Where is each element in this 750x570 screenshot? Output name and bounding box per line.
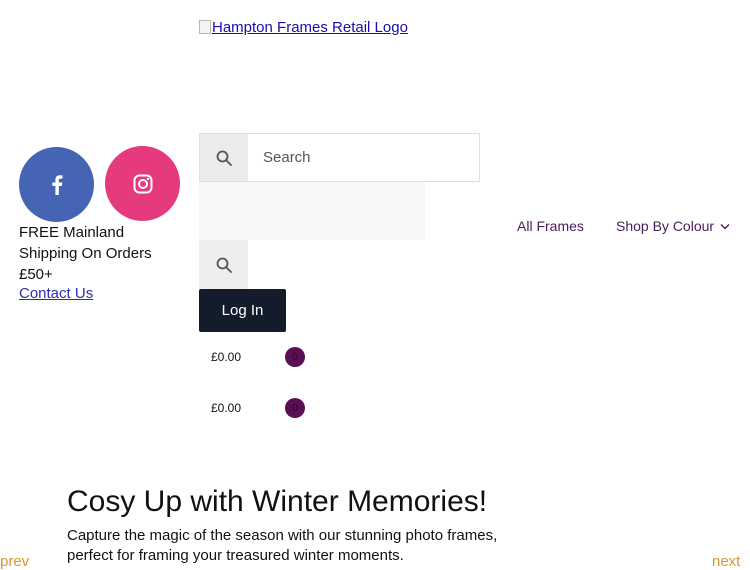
nav-shop-by-colour-label: Shop By Colour xyxy=(616,218,715,234)
chevron-down-icon xyxy=(720,223,730,229)
cart-count-badge: 0 xyxy=(285,398,305,418)
contact-us-link[interactable]: Contact Us xyxy=(19,285,93,302)
cart-total: £0.00 xyxy=(211,401,242,415)
cart-summary[interactable]: £0.00 0 xyxy=(211,345,321,369)
nav-shop-by-colour[interactable]: Shop By Colour xyxy=(616,218,730,234)
shipping-notice: FREE Mainland Shipping On Orders £50+ xyxy=(19,224,152,283)
slider-next-button[interactable]: next xyxy=(712,553,740,570)
search-icon xyxy=(216,257,232,273)
instagram-icon xyxy=(133,174,152,193)
nav-all-frames[interactable]: All Frames xyxy=(517,218,584,234)
cart-summary[interactable]: £0.00 0 xyxy=(211,396,321,420)
logo-link[interactable]: Hampton Frames Retail Logo xyxy=(199,19,408,36)
hero-title: Cosy Up with Winter Memories! xyxy=(67,485,488,518)
slider-prev-button[interactable]: prev xyxy=(0,553,29,570)
hero-description: Capture the magic of the season with our… xyxy=(67,527,498,564)
header-placeholder-block xyxy=(199,182,425,240)
logo-alt-text: Hampton Frames Retail Logo xyxy=(212,19,408,36)
facebook-icon xyxy=(51,174,62,195)
broken-image-icon xyxy=(199,20,211,34)
search-form xyxy=(199,133,480,182)
instagram-link[interactable] xyxy=(105,146,180,221)
cart-total: £0.00 xyxy=(211,350,242,364)
search-toggle-button[interactable] xyxy=(199,240,248,289)
login-button[interactable]: Log In xyxy=(199,289,286,332)
search-button[interactable] xyxy=(200,134,248,181)
nav-all-frames-label: All Frames xyxy=(517,218,584,234)
facebook-link[interactable] xyxy=(19,147,94,222)
search-icon xyxy=(216,150,232,166)
cart-count-badge: 0 xyxy=(285,347,305,367)
search-input[interactable] xyxy=(248,134,479,181)
